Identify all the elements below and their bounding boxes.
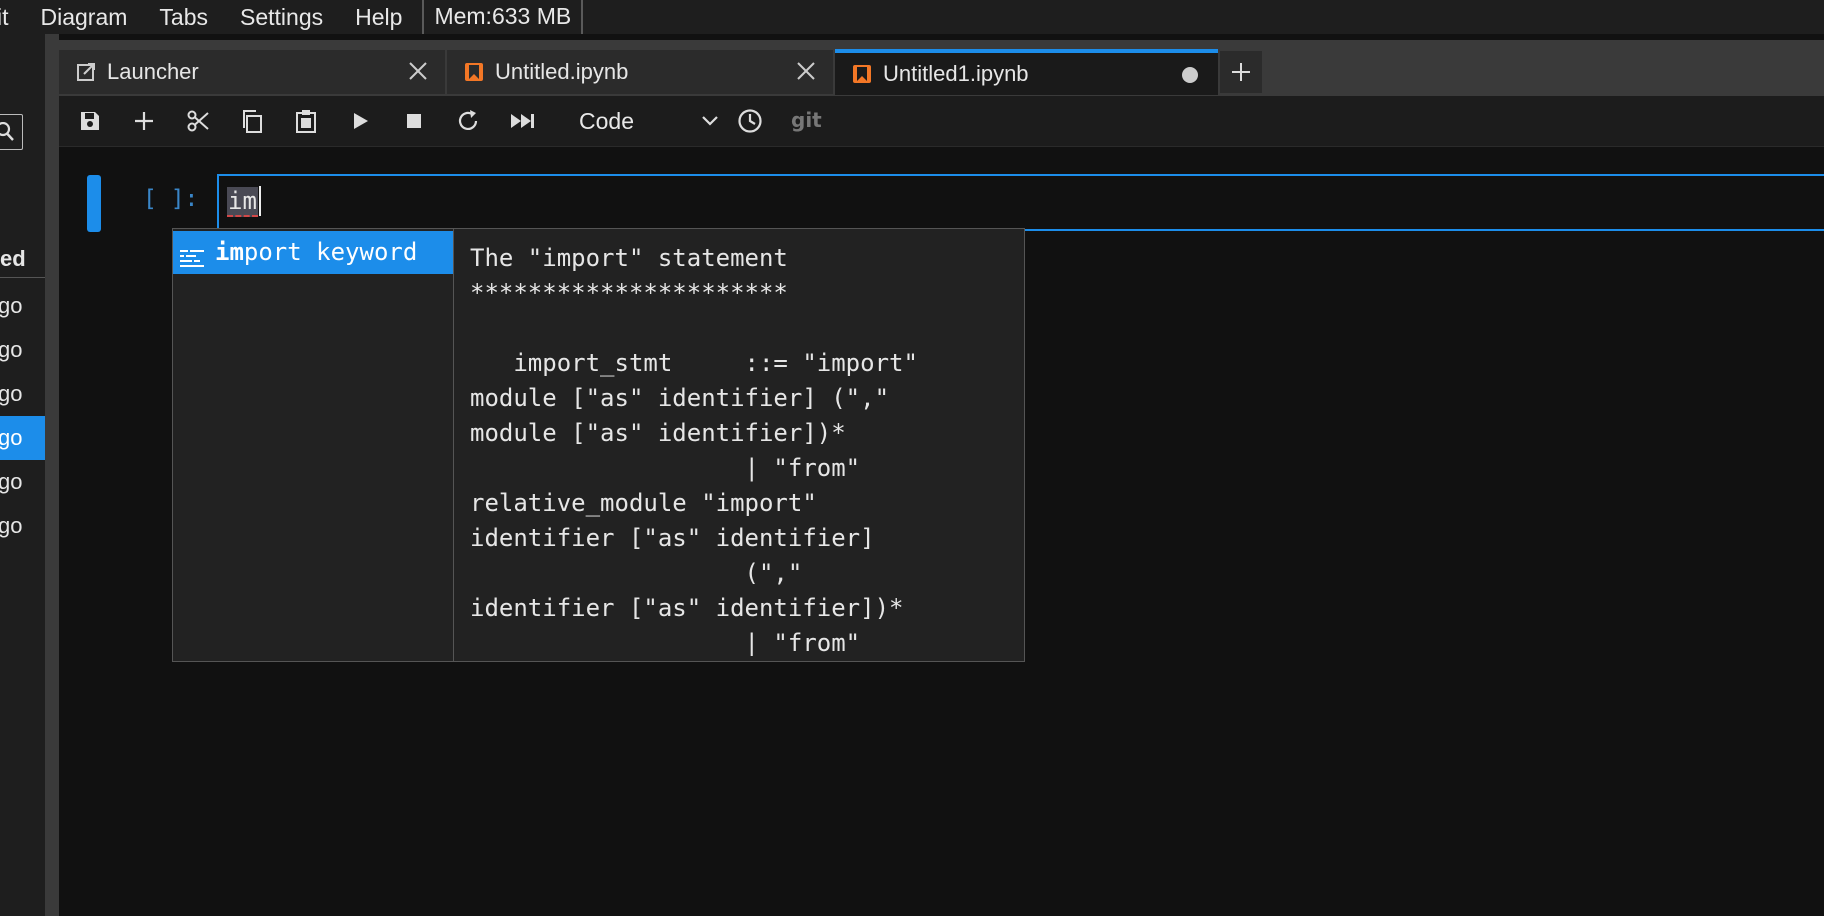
completer-item-label: import keyword — [215, 238, 418, 266]
menu-edit[interactable]: it — [0, 4, 25, 31]
plus-icon — [135, 112, 153, 130]
cut-button[interactable] — [185, 108, 211, 134]
restart-kernel-button[interactable] — [455, 108, 481, 134]
tab-label: Untitled1.ipynb — [883, 61, 1029, 86]
tab-label: Launcher — [107, 59, 199, 84]
launcher-icon — [75, 61, 97, 83]
file-browser-sidebar: ed go go go go go go — [0, 34, 45, 916]
cell-source-text: im — [227, 187, 258, 217]
notebook-toolbar: Code git — [59, 96, 1824, 147]
file-list-item[interactable]: go — [0, 328, 45, 372]
menu-help[interactable]: Help — [339, 4, 418, 31]
sidebar-resize-handle[interactable] — [45, 34, 59, 916]
menu-tabs[interactable]: Tabs — [143, 4, 224, 31]
file-search-input[interactable] — [0, 114, 23, 150]
notebook-icon — [463, 61, 485, 83]
search-icon — [0, 122, 14, 141]
copy-icon — [243, 110, 262, 133]
menu-bar: it Diagram Tabs Settings Help Mem:633 MB — [0, 0, 1824, 34]
unsaved-indicator-icon[interactable] — [1182, 67, 1198, 83]
tab-untitled[interactable]: Untitled.ipynb — [447, 50, 833, 94]
notebook-icon — [851, 63, 873, 85]
play-icon — [354, 113, 368, 129]
input-prompt: [ ]: — [143, 186, 199, 212]
doc-line: import_stmt ::= "import" — [470, 349, 918, 377]
file-list-item[interactable]: go — [0, 284, 45, 328]
doc-line: The "import" statement — [470, 244, 788, 272]
code-cell-editor[interactable]: im — [217, 174, 1824, 231]
doc-line: identifier ["as" identifier])* — [470, 594, 904, 622]
keyword-icon — [179, 241, 205, 284]
doc-line: identifier ["as" identifier] — [470, 524, 875, 552]
restart-run-all-button[interactable] — [509, 108, 535, 134]
copy-button[interactable] — [239, 108, 265, 134]
menu-settings[interactable]: Settings — [224, 4, 339, 31]
doc-line: | "from" — [470, 629, 861, 656]
doc-line: | "from" — [470, 454, 861, 482]
memory-indicator: Mem:633 MB — [422, 0, 584, 34]
paste-icon — [296, 110, 316, 133]
completer-item[interactable]: import keyword — [173, 231, 453, 274]
cell-collapser[interactable] — [87, 175, 101, 232]
cell-type-select[interactable]: Code — [569, 105, 719, 137]
doc-line: ********************** — [470, 279, 788, 307]
cell-type-value: Code — [579, 108, 634, 134]
doc-line: module ["as" identifier] ("," — [470, 384, 890, 412]
interrupt-kernel-button[interactable] — [401, 108, 427, 134]
doc-line: relative_module "import" — [470, 489, 817, 517]
run-cell-button[interactable] — [347, 108, 373, 134]
tab-untitled1[interactable]: Untitled1.ipynb — [835, 49, 1218, 95]
tab-launcher[interactable]: Launcher — [59, 50, 445, 94]
file-list-header[interactable]: ed — [0, 240, 45, 278]
add-tab-button[interactable] — [1220, 51, 1262, 93]
close-icon[interactable] — [795, 60, 817, 82]
history-button[interactable] — [737, 108, 763, 134]
doc-line: module ["as" identifier])* — [470, 419, 846, 447]
paste-button[interactable] — [293, 108, 319, 134]
scissors-icon — [187, 110, 209, 132]
tab-bar: Launcher Untitled.ipynb Untitled1.ipynb — [59, 40, 1824, 96]
completer-documentation: The "import" statement *****************… — [470, 241, 1015, 656]
refresh-icon — [458, 110, 478, 130]
insert-cell-button[interactable] — [131, 108, 157, 134]
file-list-item[interactable]: go — [0, 504, 45, 548]
file-list-item[interactable]: go — [0, 372, 45, 416]
menu-diagram[interactable]: Diagram — [25, 4, 144, 31]
file-list-item[interactable]: go — [0, 460, 45, 504]
git-button[interactable]: git — [791, 108, 822, 132]
stop-icon — [407, 114, 421, 128]
tab-label: Untitled.ipynb — [495, 59, 629, 84]
fast-forward-icon — [511, 114, 534, 128]
text-cursor — [259, 186, 261, 216]
chevron-down-icon — [702, 116, 718, 126]
doc-line — [470, 311, 1015, 346]
completer-list: import keyword — [173, 229, 454, 661]
clock-icon — [738, 109, 762, 133]
save-icon — [81, 112, 99, 130]
close-icon[interactable] — [407, 60, 429, 82]
save-button[interactable] — [77, 108, 103, 134]
doc-line: ("," — [470, 559, 803, 587]
completer-popup: import keyword The "import" statement **… — [172, 228, 1025, 662]
plus-icon — [1232, 63, 1250, 81]
file-list-item-selected[interactable]: go — [0, 416, 45, 460]
